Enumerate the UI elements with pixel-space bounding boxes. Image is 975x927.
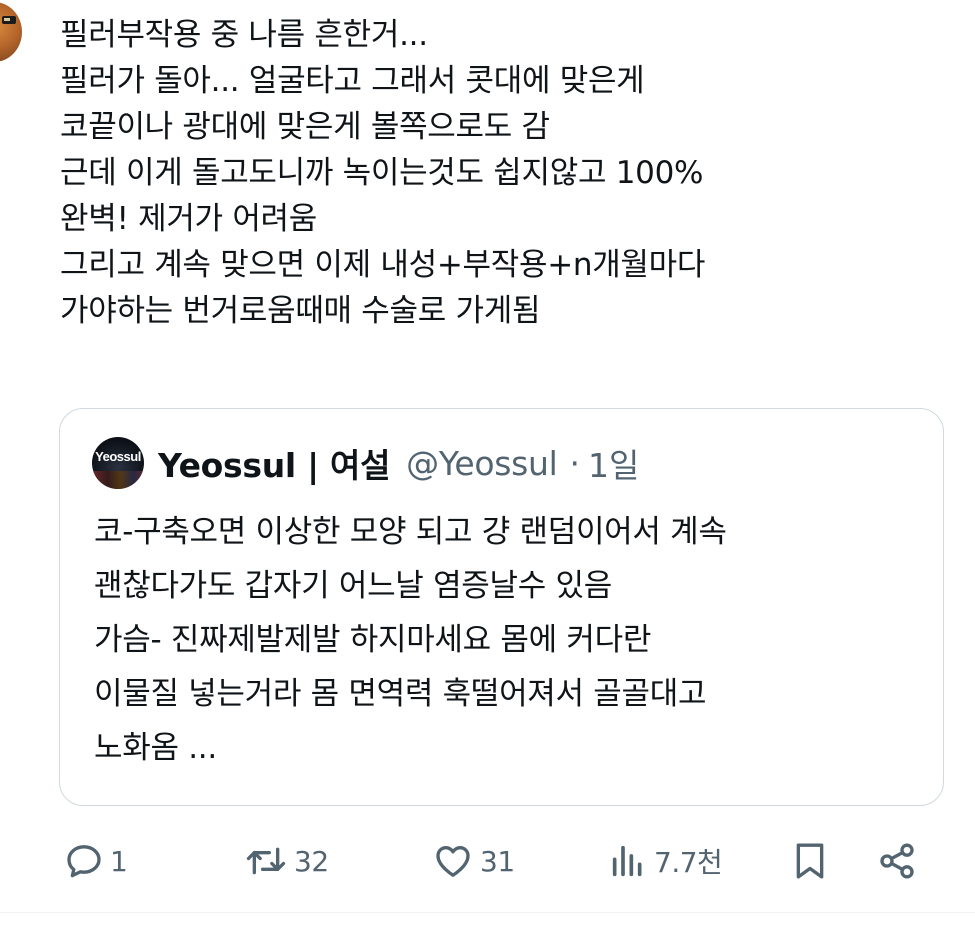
quoted-avatar-art: [92, 471, 144, 489]
share-icon: [876, 841, 918, 881]
like-count: 31: [480, 844, 515, 878]
post-line: 필러부작용 중 나름 흔한거...: [60, 17, 428, 53]
action-bar: 1 32 31 7.7천: [0, 834, 975, 888]
quoted-display-name[interactable]: Yeossul | 여설: [158, 439, 390, 487]
retweet-count: 32: [294, 844, 329, 878]
quoted-post-card[interactable]: Yeossul Yeossul | 여설 @Yeossul · 1일 코-구축오…: [59, 408, 944, 806]
quoted-line: 이물질 넣는거라 몸 면역력 훅떨어져서 골골대고: [94, 676, 707, 712]
post-divider: [0, 912, 975, 913]
views-count: 7.7천: [654, 846, 723, 879]
quoted-post-text: 코-구축오면 이상한 모양 되고 걍 랜덤이어서 계속 괜찮다가도 갑자기 어느…: [94, 505, 934, 775]
post-line: 완벽! 제거가 어려움: [60, 201, 317, 237]
quoted-line: 가슴- 진짜제발제발 하지마세요 몸에 커다란: [94, 622, 652, 658]
quoted-avatar-logo: Yeossul: [95, 449, 141, 464]
share-button[interactable]: [876, 834, 918, 888]
post-line: 필러가 돌아... 얼굴타고 그래서 콧대에 맞은게: [60, 63, 645, 99]
quoted-line: 괜찮다가도 갑자기 어느날 염증날수 있음: [94, 568, 612, 604]
like-button[interactable]: 31: [432, 834, 515, 888]
quoted-handle[interactable]: @Yeossul: [406, 444, 558, 483]
author-avatar[interactable]: [0, 2, 22, 62]
views-button[interactable]: 7.7천: [608, 834, 723, 888]
post-line: 근데 이게 돌고도니까 녹이는것도 쉽지않고 100%: [60, 155, 704, 191]
retweet-button[interactable]: 32: [244, 834, 329, 888]
bookmark-icon: [790, 841, 830, 881]
quoted-post-header: Yeossul Yeossul | 여설 @Yeossul · 1일: [92, 437, 639, 489]
heart-icon: [432, 841, 474, 881]
post-line: 가야하는 번거로움때매 수술로 가게됨: [60, 293, 541, 329]
post-line: 코끝이나 광대에 맞은게 볼쪽으로도 감: [60, 109, 550, 145]
reply-count: 1: [110, 844, 128, 878]
bookmark-button[interactable]: [790, 834, 830, 888]
separator-dot: ·: [569, 443, 581, 483]
quoted-timestamp[interactable]: 1일: [588, 439, 639, 487]
reply-button[interactable]: 1: [64, 834, 128, 888]
post-line: 그리고 계속 맞으면 이제 내성+부작용+n개월마다: [60, 247, 706, 283]
quoted-line: 노화옴 ...: [94, 730, 217, 766]
avatar-glasses-shine: [4, 18, 10, 21]
reply-icon: [64, 841, 104, 881]
views-icon: [608, 841, 648, 881]
quoted-line: 코-구축오면 이상한 모양 되고 걍 랜덤이어서 계속: [94, 514, 727, 550]
quoted-author-avatar[interactable]: Yeossul: [92, 437, 144, 489]
post-text: 필러부작용 중 나름 흔한거... 필러가 돌아... 얼굴타고 그래서 콧대에…: [60, 12, 960, 334]
retweet-icon: [244, 841, 288, 881]
